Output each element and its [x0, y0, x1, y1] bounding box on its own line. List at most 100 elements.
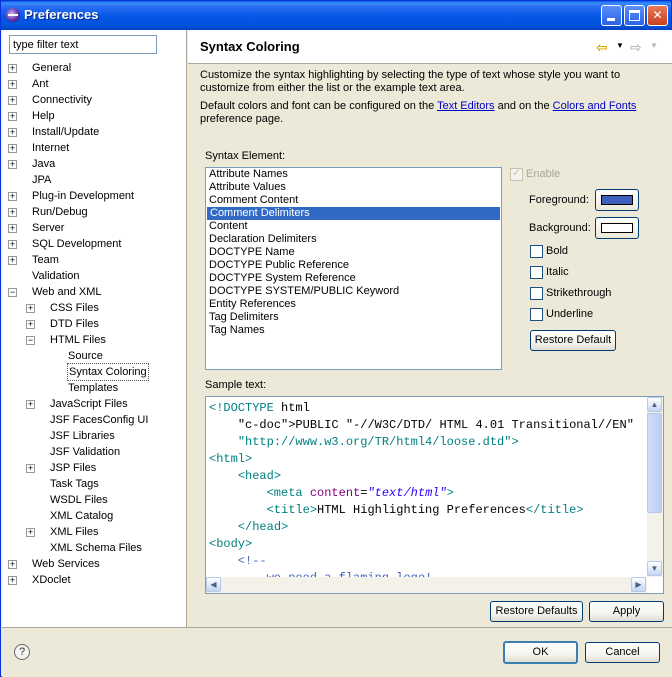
- tree-item[interactable]: JSF Validation: [2, 444, 187, 460]
- expand-icon[interactable]: +: [26, 400, 35, 409]
- strikethrough-checkbox[interactable]: [530, 287, 543, 300]
- expand-icon[interactable]: +: [8, 128, 17, 137]
- expand-icon[interactable]: +: [8, 192, 17, 201]
- expand-icon[interactable]: +: [8, 576, 17, 585]
- bold-checkbox[interactable]: [530, 245, 543, 258]
- syntax-element-item[interactable]: Attribute Names: [206, 168, 501, 181]
- expand-icon[interactable]: +: [8, 96, 17, 105]
- expand-icon[interactable]: +: [8, 560, 17, 569]
- enable-checkbox[interactable]: [510, 166, 523, 181]
- sample-code[interactable]: <!DOCTYPE html "c-doc">PUBLIC "-//W3C/DT…: [209, 400, 645, 587]
- syntax-element-item[interactable]: Tag Delimiters: [206, 311, 501, 324]
- tree-item[interactable]: + Server: [2, 220, 187, 236]
- collapse-icon[interactable]: −: [26, 336, 35, 345]
- expand-icon[interactable]: +: [26, 304, 35, 313]
- tree-item[interactable]: + Install/Update: [2, 124, 187, 140]
- close-button[interactable]: ✕: [647, 5, 668, 26]
- tree-item[interactable]: + JSP Files: [2, 460, 187, 476]
- tree-item[interactable]: + Internet: [2, 140, 187, 156]
- syntax-element-list[interactable]: Attribute Names Attribute Values Comment C…: [205, 167, 502, 370]
- tree-item[interactable]: + Web Services: [2, 556, 187, 572]
- tree-item[interactable]: + DTD Files: [2, 316, 187, 332]
- cancel-button[interactable]: Cancel: [585, 642, 660, 663]
- tree-item[interactable]: Task Tags: [2, 476, 187, 492]
- back-arrow-icon[interactable]: ⇦: [596, 39, 608, 56]
- forward-arrow-icon[interactable]: ⇨: [630, 39, 642, 56]
- text-editors-link[interactable]: Text Editors: [437, 100, 494, 112]
- maximize-button[interactable]: [624, 5, 645, 26]
- expand-icon[interactable]: +: [8, 160, 17, 169]
- tree-item[interactable]: + Help: [2, 108, 187, 124]
- syntax-element-item[interactable]: Declaration Delimiters: [206, 233, 501, 246]
- expand-icon[interactable]: +: [8, 208, 17, 217]
- syntax-element-item[interactable]: DOCTYPE SYSTEM/PUBLIC Keyword: [206, 285, 501, 298]
- syntax-element-item[interactable]: DOCTYPE Public Reference: [206, 259, 501, 272]
- underline-checkbox[interactable]: [530, 308, 543, 321]
- tree-item[interactable]: + Run/Debug: [2, 204, 187, 220]
- tree-item[interactable]: + SQL Development: [2, 236, 187, 252]
- tree-item[interactable]: Syntax Coloring: [2, 363, 187, 381]
- tree-item[interactable]: Templates: [2, 380, 187, 396]
- tree-item[interactable]: + Ant: [2, 76, 187, 92]
- background-color-button[interactable]: [595, 217, 639, 239]
- syntax-element-item[interactable]: Entity References: [206, 298, 501, 311]
- apply-button[interactable]: Apply: [589, 601, 664, 622]
- restore-default-button[interactable]: Restore Default: [530, 330, 616, 351]
- horizontal-scrollbar[interactable]: ◀ ▶: [206, 577, 647, 593]
- expand-icon[interactable]: +: [8, 144, 17, 153]
- syntax-element-item[interactable]: DOCTYPE Name: [206, 246, 501, 259]
- tree-item[interactable]: + Team: [2, 252, 187, 268]
- tree-item[interactable]: XML Catalog: [2, 508, 187, 524]
- syntax-element-item[interactable]: Tag Names: [206, 324, 501, 337]
- scroll-down-icon[interactable]: ▼: [647, 561, 662, 576]
- vertical-scrollbar[interactable]: ▲ ▼: [647, 397, 663, 577]
- expand-icon[interactable]: +: [8, 64, 17, 73]
- scroll-right-icon[interactable]: ▶: [631, 577, 646, 592]
- syntax-element-item[interactable]: Attribute Values: [206, 181, 501, 194]
- tree-item[interactable]: + XML Files: [2, 524, 187, 540]
- tree-item[interactable]: JPA: [2, 172, 187, 188]
- back-menu-chevron-down-icon[interactable]: ▼: [616, 41, 624, 50]
- collapse-icon[interactable]: −: [8, 288, 17, 297]
- filter-input[interactable]: [9, 35, 157, 54]
- tree-item[interactable]: JSF Libraries: [2, 428, 187, 444]
- tree-item[interactable]: + XDoclet: [2, 572, 187, 588]
- expand-icon[interactable]: +: [8, 240, 17, 249]
- tree-item[interactable]: + General: [2, 60, 187, 76]
- tree-item[interactable]: − HTML Files: [2, 332, 187, 348]
- colors-and-fonts-link[interactable]: Colors and Fonts: [553, 100, 637, 112]
- syntax-element-item[interactable]: Content: [206, 220, 501, 233]
- syntax-element-item[interactable]: Comment Delimiters: [207, 207, 500, 220]
- tree-item[interactable]: + CSS Files: [2, 300, 187, 316]
- tree-item[interactable]: WSDL Files: [2, 492, 187, 508]
- restore-defaults-button[interactable]: Restore Defaults: [490, 601, 583, 622]
- minimize-button[interactable]: [601, 5, 622, 26]
- help-icon[interactable]: ?: [14, 644, 30, 660]
- vertical-scroll-thumb[interactable]: [647, 413, 662, 513]
- tree-item[interactable]: + Java: [2, 156, 187, 172]
- expand-icon[interactable]: +: [26, 528, 35, 537]
- sample-text-area[interactable]: <!DOCTYPE html "c-doc">PUBLIC "-//W3C/DT…: [205, 396, 664, 594]
- tree-item[interactable]: − Web and XML: [2, 284, 187, 300]
- tree-item[interactable]: + Plug-in Development: [2, 188, 187, 204]
- expand-icon[interactable]: +: [8, 256, 17, 265]
- tree-item[interactable]: Source: [2, 348, 187, 364]
- foreground-color-button[interactable]: [595, 189, 639, 211]
- ok-button[interactable]: OK: [503, 641, 578, 664]
- expand-icon[interactable]: +: [26, 320, 35, 329]
- tree-item[interactable]: XML Schema Files: [2, 540, 187, 556]
- tree-item[interactable]: + Connectivity: [2, 92, 187, 108]
- scroll-up-icon[interactable]: ▲: [647, 397, 662, 412]
- expand-icon[interactable]: +: [8, 80, 17, 89]
- title-bar[interactable]: Preferences ✕: [1, 1, 671, 30]
- expand-icon[interactable]: +: [8, 224, 17, 233]
- tree-item[interactable]: + JavaScript Files: [2, 396, 187, 412]
- italic-checkbox[interactable]: [530, 266, 543, 279]
- expand-icon[interactable]: +: [8, 112, 17, 121]
- tree-item[interactable]: JSF FacesConfig UI: [2, 412, 187, 428]
- forward-menu-chevron-down-icon[interactable]: ▼: [650, 41, 658, 50]
- syntax-element-item[interactable]: DOCTYPE System Reference: [206, 272, 501, 285]
- scroll-left-icon[interactable]: ◀: [206, 577, 221, 592]
- syntax-element-item[interactable]: Comment Content: [206, 194, 501, 207]
- tree-item[interactable]: Validation: [2, 268, 187, 284]
